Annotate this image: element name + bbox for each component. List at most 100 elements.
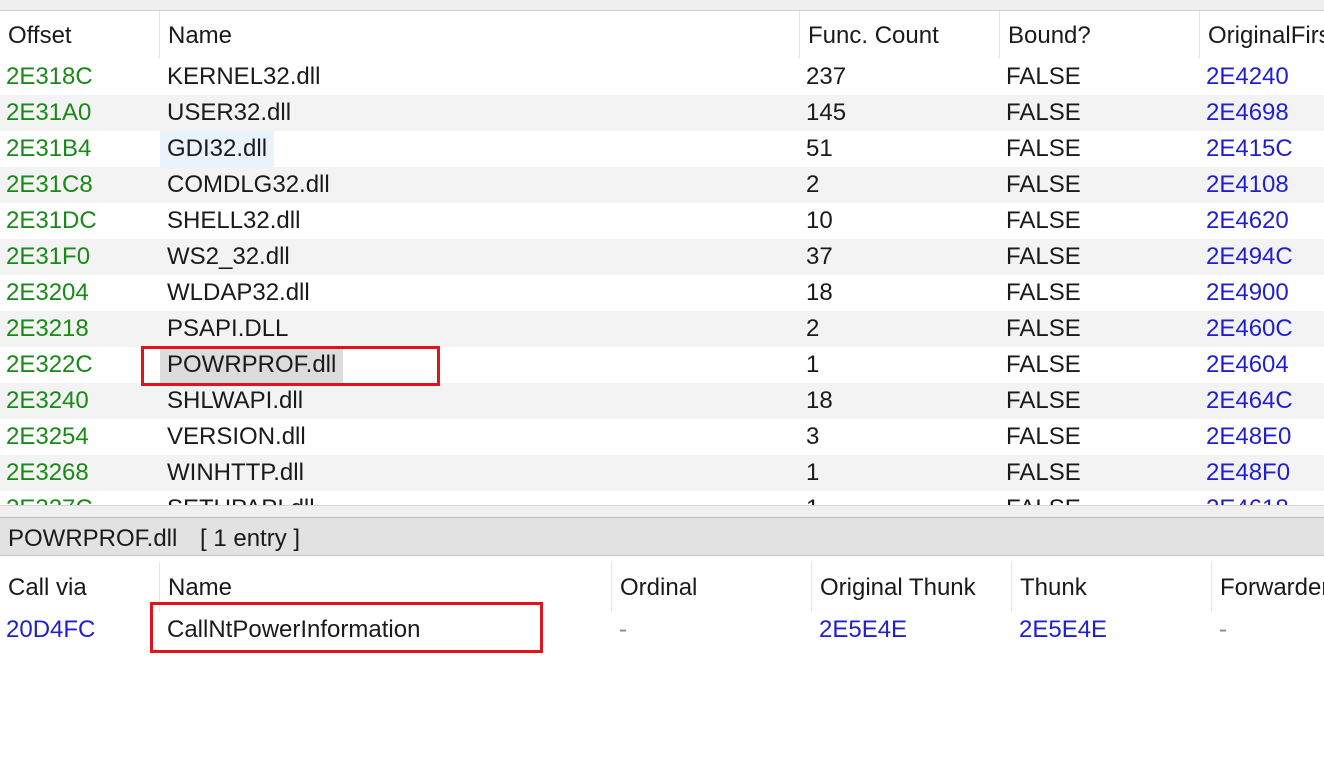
column-header-offset[interactable]: Offset — [0, 11, 159, 59]
original-first-thunk-cell: 2E415C — [1206, 135, 1293, 162]
column-header-call-via[interactable]: Call via — [0, 562, 159, 612]
table-row[interactable]: 2E3268 WINHTTP.dll 1 FALSE 2E48F0 — [0, 455, 1324, 491]
func-count-cell: 145 — [806, 99, 847, 126]
name-cell: SHELL32.dll — [160, 203, 307, 239]
offset-cell: 2E3204 — [6, 279, 89, 306]
name-cell: GDI32.dll — [160, 131, 275, 167]
offset-cell: 2E3240 — [6, 387, 89, 414]
bound-cell: FALSE — [1006, 351, 1081, 378]
name-cell: KERNEL32.dll — [160, 59, 327, 95]
thunk-cell: 2E5E4E — [1019, 616, 1108, 643]
bound-cell: FALSE — [1006, 171, 1081, 198]
bound-cell: FALSE — [1006, 63, 1081, 90]
bound-cell: FALSE — [1006, 491, 1081, 505]
column-header-thunk[interactable]: Thunk — [1011, 562, 1211, 612]
offset-cell: 2E327C — [6, 491, 93, 505]
bound-cell: FALSE — [1006, 315, 1081, 342]
table-row[interactable]: 2E3240 SHLWAPI.dll 18 FALSE 2E464C — [0, 383, 1324, 419]
column-header-bound[interactable]: Bound? — [999, 11, 1199, 59]
selected-dll-caption: POWRPROF.dll [ 1 entry ] — [0, 518, 1324, 556]
splitter[interactable] — [0, 505, 1324, 518]
table-row[interactable]: 2E31DC SHELL32.dll 10 FALSE 2E4620 — [0, 203, 1324, 239]
name-cell: COMDLG32.dll — [160, 167, 337, 203]
functions-table[interactable]: Call via Name Ordinal Original Thunk Thu… — [0, 562, 1324, 776]
selected-dll-name: POWRPROF.dll — [8, 525, 178, 552]
original-first-thunk-cell: 2E48F0 — [1206, 459, 1291, 486]
func-count-cell: 3 — [806, 423, 820, 450]
offset-cell: 2E31F0 — [6, 243, 91, 270]
func-count-cell: 37 — [806, 243, 833, 270]
name-cell: WS2_32.dll — [160, 239, 297, 275]
name-cell: PSAPI.DLL — [160, 311, 295, 347]
table-row[interactable]: 2E318C KERNEL32.dll 237 FALSE 2E4240 — [0, 59, 1324, 95]
dll-name: SETUPAPI.dll — [160, 491, 322, 505]
imports-table-header: Offset Name Func. Count Bound? OriginalF… — [0, 11, 1324, 59]
offset-cell: 2E31DC — [6, 207, 97, 234]
table-row[interactable]: 2E3218 PSAPI.DLL 2 FALSE 2E460C — [0, 311, 1324, 347]
offset-cell: 2E31C8 — [6, 171, 93, 198]
table-row[interactable]: 2E31B4 GDI32.dll 51 FALSE 2E415C — [0, 131, 1324, 167]
original-first-thunk-cell: 2E48E0 — [1206, 423, 1292, 450]
offset-cell: 2E31A0 — [6, 99, 92, 126]
dll-name: USER32.dll — [167, 99, 292, 126]
name-cell: USER32.dll — [160, 95, 298, 131]
function-name-cell: CallNtPowerInformation — [167, 616, 421, 643]
ordinal-cell: - — [619, 616, 627, 643]
column-header-forwarder[interactable]: Forwarder — [1211, 562, 1324, 612]
function-row[interactable]: 20D4FC CallNtPowerInformation - 2E5E4E 2… — [0, 612, 1324, 648]
bound-cell: FALSE — [1006, 135, 1081, 162]
original-first-thunk-cell: 2E494C — [1206, 243, 1293, 270]
offset-cell: 2E3218 — [6, 315, 89, 342]
forwarder-cell: - — [1219, 616, 1227, 643]
original-first-thunk-cell: 2E4108 — [1206, 171, 1289, 198]
dll-name: SHELL32.dll — [167, 207, 301, 234]
table-row[interactable]: 2E31A0 USER32.dll 145 FALSE 2E4698 — [0, 95, 1324, 131]
dll-name: WLDAP32.dll — [167, 279, 310, 306]
dll-name: POWRPROF.dll — [160, 347, 344, 383]
offset-cell: 2E318C — [6, 63, 93, 90]
column-header-func-count[interactable]: Func. Count — [799, 11, 999, 59]
offset-cell: 2E3254 — [6, 423, 89, 450]
bound-cell: FALSE — [1006, 459, 1081, 486]
func-count-cell: 1 — [806, 351, 820, 378]
offset-cell: 2E3268 — [6, 459, 89, 486]
column-header-name[interactable]: Name — [159, 562, 611, 612]
column-header-original-thunk[interactable]: Original Thunk — [811, 562, 1011, 612]
dll-name: PSAPI.DLL — [167, 315, 289, 342]
column-header-name[interactable]: Name — [159, 11, 799, 59]
table-row[interactable]: 2E31C8 COMDLG32.dll 2 FALSE 2E4108 — [0, 167, 1324, 203]
func-count-cell: 1 — [806, 459, 820, 486]
table-row[interactable]: 2E31F0 WS2_32.dll 37 FALSE 2E494C — [0, 239, 1324, 275]
dll-name: GDI32.dll — [160, 131, 275, 167]
bound-cell: FALSE — [1006, 207, 1081, 234]
table-row[interactable]: 2E3254 VERSION.dll 3 FALSE 2E48E0 — [0, 419, 1324, 455]
original-first-thunk-cell: 2E4620 — [1206, 207, 1289, 234]
func-count-cell: 51 — [806, 135, 833, 162]
dll-name: WINHTTP.dll — [167, 459, 304, 486]
dll-name: KERNEL32.dll — [167, 63, 321, 90]
func-count-cell: 2 — [806, 171, 820, 198]
bound-cell: FALSE — [1006, 279, 1081, 306]
original-first-thunk-cell: 2E4698 — [1206, 99, 1289, 126]
bound-cell: FALSE — [1006, 423, 1081, 450]
name-cell: WINHTTP.dll — [160, 455, 311, 491]
entry-count: [ 1 entry ] — [200, 525, 301, 552]
func-count-cell: 10 — [806, 207, 833, 234]
func-count-cell: 1 — [806, 491, 819, 505]
table-row[interactable]: 2E3204 WLDAP32.dll 18 FALSE 2E4900 — [0, 275, 1324, 311]
func-count-cell: 2 — [806, 315, 820, 342]
name-cell: WLDAP32.dll — [160, 275, 317, 311]
name-cell: POWRPROF.dll — [160, 347, 344, 383]
name-cell: SETUPAPI.dll — [160, 491, 322, 505]
table-row-selected[interactable]: 2E322C POWRPROF.dll 1 FALSE 2E4604 — [0, 347, 1324, 383]
bound-cell: FALSE — [1006, 243, 1081, 270]
call-via-cell: 20D4FC — [6, 616, 96, 643]
column-header-ordinal[interactable]: Ordinal — [611, 562, 811, 612]
imports-table[interactable]: Offset Name Func. Count Bound? OriginalF… — [0, 11, 1324, 505]
original-first-thunk-cell: 2E4604 — [1206, 351, 1289, 378]
name-cell: VERSION.dll — [160, 419, 313, 455]
table-row[interactable]: 2E327C SETUPAPI.dll 1 FALSE 2E4618 — [0, 491, 1324, 505]
column-header-original-first-thunk[interactable]: OriginalFirstThunk — [1199, 11, 1324, 59]
original-first-thunk-cell: 2E4240 — [1206, 63, 1289, 90]
original-first-thunk-cell: 2E464C — [1206, 387, 1293, 414]
